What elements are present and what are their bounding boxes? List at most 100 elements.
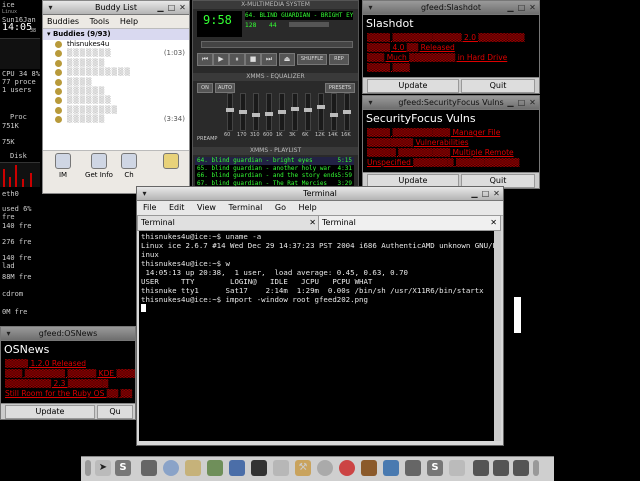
- calculator-icon[interactable]: [273, 460, 289, 476]
- terminal-icon[interactable]: [251, 460, 267, 476]
- eq-slider-knob[interactable]: [291, 107, 299, 111]
- slashdot-titlebar[interactable]: ▾ gfeed:Slashdot ▁ □ ✕: [363, 1, 539, 15]
- feed-link[interactable]: Unspecified ▒▒▒▒▒▒▒ ▒▒▒▒▒▒▒▒▒▒▒: [363, 158, 539, 168]
- taskbar-handle[interactable]: [533, 460, 539, 476]
- seek-bar[interactable]: [201, 41, 353, 48]
- spreadsheet-icon[interactable]: [207, 460, 223, 476]
- next-button[interactable]: ⏭: [261, 53, 277, 66]
- screen-icon[interactable]: [405, 460, 421, 476]
- quit-button[interactable]: Qu: [97, 405, 133, 419]
- buddy-item[interactable]: ▒▒▒▒▒▒▒ (1:03): [43, 49, 189, 58]
- menu-go[interactable]: Go: [275, 203, 286, 212]
- menu-tools[interactable]: Tools: [90, 17, 110, 26]
- window-menu-icon[interactable]: ▾: [4, 329, 13, 338]
- buddy-item[interactable]: ▒▒▒▒▒▒▒▒▒▒: [43, 68, 189, 77]
- feed-link[interactable]: ▒▒▒▒ ▒▒▒▒▒▒▒▒▒▒▒▒ 2.0 ▒▒▒▒▒▒▒▒: [363, 33, 539, 43]
- eject-button[interactable]: ⏏: [279, 53, 295, 66]
- desktop-icon[interactable]: [141, 460, 157, 476]
- previous-button[interactable]: ⏮: [197, 53, 213, 66]
- im-button[interactable]: IM: [45, 153, 81, 179]
- app-launcher-icon[interactable]: S: [115, 460, 131, 476]
- feed-link[interactable]: ▒▒▒▒▒▒▒▒ 2.3 ▒▒▒▒▒▒▒: [1, 379, 135, 389]
- eq-slider-knob[interactable]: [265, 112, 273, 116]
- eq-slider-knob[interactable]: [226, 108, 234, 112]
- playlist-item[interactable]: 64. blind guardian - bright eyes 5:15: [195, 157, 354, 165]
- playlist-item[interactable]: 65. blind guardian - another holy war 4:3…: [195, 165, 354, 173]
- close-icon[interactable]: ✕: [178, 3, 187, 12]
- eq-presets-button[interactable]: PRESETS: [325, 83, 355, 93]
- window-menu-icon[interactable]: ▾: [46, 3, 55, 12]
- eq-slider[interactable]: [239, 93, 247, 131]
- window-menu-icon[interactable]: ▾: [366, 3, 375, 12]
- eq-slider[interactable]: [291, 93, 299, 131]
- repeat-button[interactable]: REP: [329, 54, 349, 65]
- eq-slider-knob[interactable]: [239, 110, 247, 114]
- archive-icon[interactable]: [361, 460, 377, 476]
- terminal-screen[interactable]: thisnukes4u@ice:~$ uname -a Linux ice 2.6…: [139, 231, 494, 441]
- buddy-item[interactable]: ▒▒▒▒▒▒▒: [43, 96, 189, 105]
- eq-slider-knob[interactable]: [252, 113, 260, 117]
- buddy-item[interactable]: ▒▒▒▒▒▒ (3:34): [43, 115, 189, 124]
- maximize-icon[interactable]: □: [517, 3, 526, 12]
- buddy-list-titlebar[interactable]: ▾ Buddy List ▁ □ ✕: [43, 1, 189, 15]
- close-tab-icon[interactable]: ✕: [490, 216, 497, 230]
- playlist-titlebar[interactable]: XMMS - PLAYLIST: [193, 147, 358, 155]
- feed-link[interactable]: ▒▒▒▒ ▒▒▒▒▒▒▒▒▒▒ Manager File: [363, 128, 539, 138]
- buddy-group[interactable]: ▾ Buddies (9/93): [43, 29, 189, 40]
- feed-link[interactable]: ▒▒▒▒▒▒▒▒ Vulnerabilities: [363, 138, 539, 148]
- close-tab-icon[interactable]: ✕: [309, 216, 316, 230]
- menu-view[interactable]: View: [197, 203, 216, 212]
- playlist-item[interactable]: 66. blind guardian - and the story ends 5…: [195, 172, 354, 180]
- eq-slider[interactable]: [317, 93, 325, 131]
- window-menu-icon[interactable]: ▾: [140, 189, 149, 198]
- eq-slider-knob[interactable]: [304, 108, 312, 112]
- feed-link[interactable]: ▒▒▒▒ ▒▒▒: [363, 63, 539, 73]
- pause-button[interactable]: ⏸: [229, 53, 245, 66]
- eq-slider[interactable]: [304, 93, 312, 131]
- browser-icon[interactable]: [163, 460, 179, 476]
- feed-link[interactable]: ▒▒▒▒ 1.2.0 Released: [1, 359, 135, 369]
- shuffle-button[interactable]: SHUFFLE: [297, 54, 327, 65]
- tab-terminal-2[interactable]: Terminal ✕: [318, 215, 501, 231]
- eq-slider[interactable]: [330, 93, 338, 131]
- pointer-icon[interactable]: ➤: [95, 460, 111, 476]
- get-info-button[interactable]: Get Info: [81, 153, 117, 179]
- buddy-item[interactable]: thisnukes4u: [43, 40, 189, 49]
- lifebuoy-icon[interactable]: [339, 460, 355, 476]
- terminal-titlebar[interactable]: ▾ Terminal ▁ □ ✕: [137, 187, 503, 201]
- osnews-titlebar[interactable]: ▾ gfeed:OSNews: [1, 327, 135, 341]
- update-button[interactable]: Update: [367, 79, 459, 93]
- maximize-icon[interactable]: □: [481, 189, 490, 198]
- buddy-item[interactable]: ▒▒▒▒: [43, 78, 189, 87]
- minimize-icon[interactable]: ▁: [470, 189, 479, 198]
- network-icon[interactable]: [229, 460, 245, 476]
- workspace-3-icon[interactable]: [513, 460, 529, 476]
- maximize-icon[interactable]: □: [167, 3, 176, 12]
- away-button[interactable]: [161, 153, 181, 171]
- close-icon[interactable]: ✕: [528, 3, 537, 12]
- switcher-icon[interactable]: S: [427, 460, 443, 476]
- eq-on-toggle[interactable]: ON: [197, 83, 213, 93]
- menu-buddies[interactable]: Buddies: [47, 17, 79, 26]
- eq-slider-knob[interactable]: [330, 113, 338, 117]
- eq-slider[interactable]: [265, 93, 273, 131]
- feed-link[interactable]: ▒▒▒ Much ▒▒▒▒▒▒▒▒ in Hard Drive: [363, 53, 539, 63]
- play-button[interactable]: ▶: [213, 53, 229, 66]
- minimize-icon[interactable]: ▁: [506, 3, 515, 12]
- update-button[interactable]: Update: [5, 405, 95, 419]
- eq-slider-knob[interactable]: [343, 110, 351, 114]
- feed-link[interactable]: ▒▒▒ ▒▒▒▒▒▒▒ ▒▒▒▒▒ KDE ▒▒▒▒▒▒▒▒: [1, 369, 135, 379]
- chat-button[interactable]: Ch: [119, 153, 139, 179]
- buddy-item[interactable]: ▒▒▒▒▒▒: [43, 59, 189, 68]
- menu-help[interactable]: Help: [120, 17, 138, 26]
- feed-link[interactable]: ▒▒▒▒ 4.0 ▒▒ Released: [363, 43, 539, 53]
- eq-slider[interactable]: [278, 93, 286, 131]
- equalizer-titlebar[interactable]: XMMS - EQUALIZER: [193, 73, 358, 81]
- buddy-item[interactable]: ▒▒▒▒▒▒▒▒: [43, 106, 189, 115]
- eq-slider[interactable]: [343, 93, 351, 131]
- tools-icon[interactable]: ⚒: [295, 460, 311, 476]
- quit-button[interactable]: Quit: [461, 79, 535, 93]
- eq-slider-knob[interactable]: [317, 105, 325, 109]
- feed-link[interactable]: Still Room for the Ruby OS ▒▒ ▒▒: [1, 389, 135, 399]
- close-icon[interactable]: ✕: [492, 189, 501, 198]
